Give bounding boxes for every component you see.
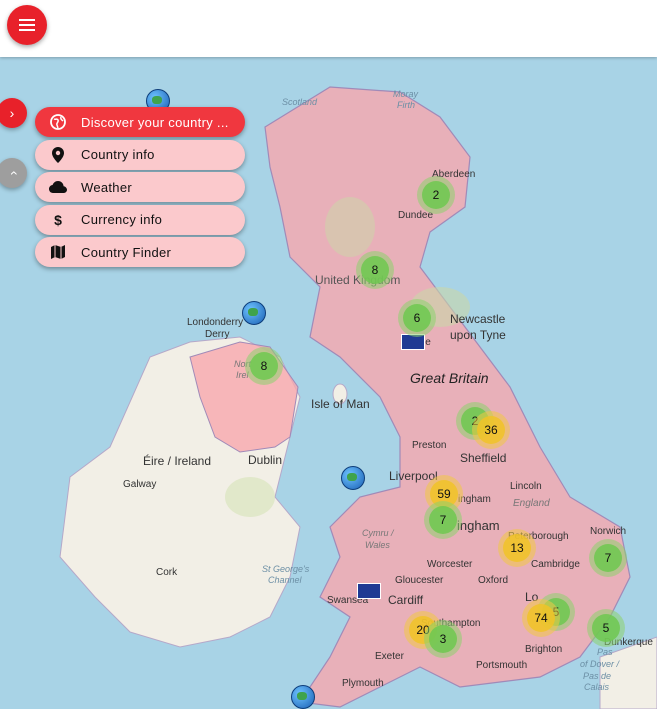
map-label-england: England	[513, 498, 550, 509]
menu-toggle-button[interactable]	[7, 5, 47, 45]
map-label-strait-1: Pas	[597, 647, 613, 657]
map-label-galway: Galway	[123, 479, 157, 490]
map-label-worcester: Worcester	[427, 559, 473, 570]
map-label-strait-2: Pas de	[583, 671, 612, 681]
map-label-derry: Derry	[205, 329, 230, 340]
globe-marker[interactable]	[341, 466, 365, 490]
map-label-cymru: Cymru /	[362, 528, 394, 538]
uk-flag-marker[interactable]	[357, 583, 381, 599]
menu-item-label: Country Finder	[81, 244, 172, 260]
map-label-firth: Firth	[397, 100, 415, 110]
map-label-portsmouth: Portsmouth	[476, 660, 528, 671]
map-label-londonderry: Londonderry	[187, 317, 244, 328]
cluster-marker[interactable]: 6	[398, 299, 436, 337]
map-label-strait-3: Calais	[584, 682, 610, 692]
map-icon	[35, 245, 81, 259]
map-label-oxford: Oxford	[478, 575, 509, 586]
cluster-marker[interactable]: 3	[424, 620, 462, 658]
cluster-count: 74	[527, 604, 555, 632]
dollar-icon: $	[54, 211, 62, 228]
map-label-great-britain: Great Britain	[410, 370, 489, 386]
cluster-count: 13	[503, 534, 531, 562]
chevron-right-icon: ›	[9, 105, 15, 121]
menu-item-currency[interactable]: $ Currency info	[35, 204, 245, 235]
map-label-stgeorges-1: St George's	[262, 564, 310, 574]
cluster-count: 3	[429, 625, 457, 653]
menu-item-label: Currency info	[81, 212, 163, 227]
cluster-marker[interactable]: 7	[424, 501, 462, 539]
map-label-gloucester: Gloucester	[395, 575, 444, 586]
hamburger-icon	[19, 19, 35, 31]
map-label-strait-0: of Dover /	[580, 659, 620, 669]
map-label-scotland: Scotland	[282, 97, 318, 107]
cluster-marker[interactable]: 8	[245, 347, 283, 385]
map-label-cork: Cork	[156, 567, 178, 578]
chevron-up-icon: ›	[3, 170, 20, 176]
globe-icon	[35, 114, 81, 130]
cluster-marker[interactable]: 74	[522, 599, 560, 637]
cluster-count: 7	[594, 544, 622, 572]
map-label-plymouth: Plymouth	[342, 678, 384, 689]
cluster-count: 36	[477, 416, 505, 444]
cluster-count: 7	[429, 506, 457, 534]
cluster-count: 6	[403, 304, 431, 332]
map-label-newcastle: Newcastle	[450, 312, 506, 326]
menu-item-country-finder[interactable]: Country Finder	[35, 237, 245, 267]
cluster-marker[interactable]: 7	[589, 539, 627, 577]
menu-item-label: Discover your country ...	[81, 114, 229, 130]
cluster-marker[interactable]: 8	[356, 251, 394, 289]
map-label-dublin: Dublin	[248, 453, 283, 467]
cloud-icon	[35, 181, 81, 193]
globe-marker[interactable]	[242, 301, 266, 325]
cluster-marker[interactable]: 13	[498, 529, 536, 567]
menu-item-label: Weather	[81, 179, 132, 195]
cluster-marker[interactable]: 36	[472, 411, 510, 449]
map-label-stgeorges-2: Channel	[268, 575, 302, 585]
map-label-exeter: Exeter	[375, 651, 404, 662]
top-bar	[0, 0, 657, 57]
map-label-moray: Moray	[393, 89, 419, 99]
feature-menu: Discover your country ... Country info W…	[35, 107, 245, 270]
map-label-sheffield: Sheffield	[460, 451, 507, 465]
globe-marker[interactable]	[291, 685, 315, 709]
map-label-cambridge: Cambridge	[531, 559, 580, 570]
cluster-count: 2	[422, 181, 450, 209]
menu-item-discover[interactable]: Discover your country ...	[35, 107, 245, 137]
map-label-cardiff: Cardiff	[388, 593, 424, 607]
cluster-count: 8	[361, 256, 389, 284]
map-label-wales: Wales	[365, 540, 390, 550]
menu-item-country-info[interactable]: Country info	[35, 139, 245, 170]
cluster-count: 8	[250, 352, 278, 380]
map-label-upon-tyne: upon Tyne	[450, 328, 506, 342]
cluster-count: 5	[592, 614, 620, 642]
map-label-eire: Éire / Ireland	[143, 454, 212, 468]
map-label-preston: Preston	[412, 440, 447, 451]
cluster-marker[interactable]: 2	[417, 176, 455, 214]
menu-item-label: Country info	[81, 147, 155, 162]
map-pin-icon	[35, 146, 81, 163]
menu-item-weather[interactable]: Weather	[35, 172, 245, 202]
map-label-birmingham: ingham	[457, 518, 500, 533]
cluster-marker[interactable]: 5	[587, 609, 625, 647]
map-label-isle-of-man: Isle of Man	[311, 397, 370, 411]
map-label-brighton: Brighton	[525, 644, 563, 655]
map-label-norwich: Norwich	[590, 526, 627, 537]
map-label-lincoln: Lincoln	[510, 481, 542, 492]
